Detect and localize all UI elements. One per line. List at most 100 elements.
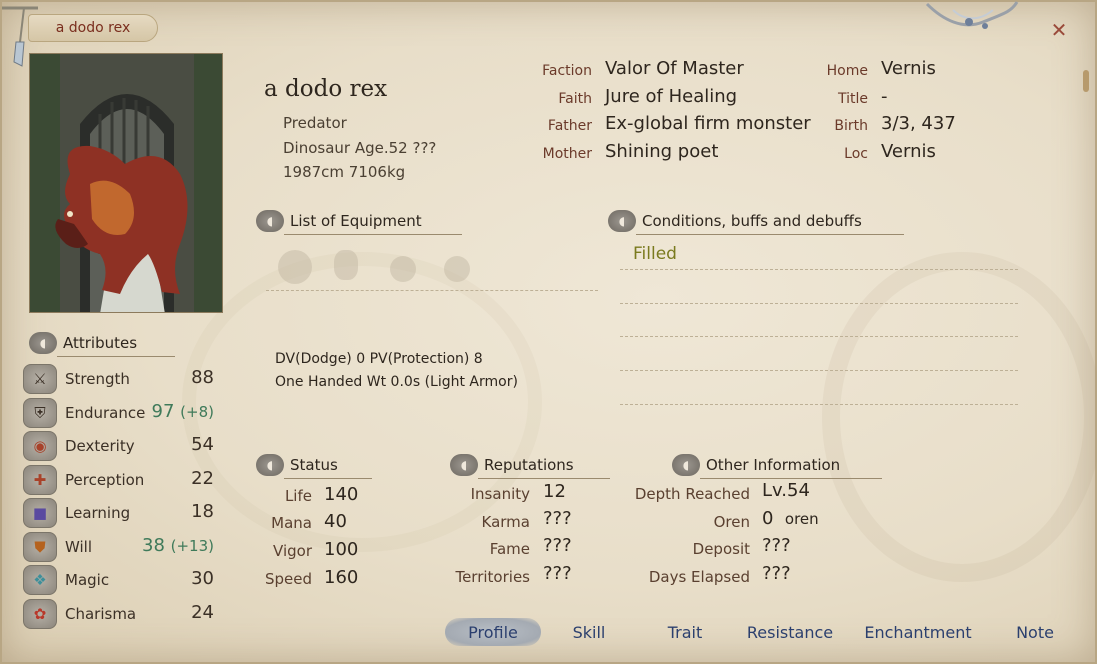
scroll-handle[interactable] [1083,70,1089,92]
tab-enchantment[interactable]: Enchantment [860,618,976,646]
conditions-heading: ◖ Conditions, buffs and debuffs [608,210,904,235]
attribute-value: 30 [191,568,214,589]
father-value: Ex-global firm monster [605,113,811,134]
book-icon: ■ [23,498,57,528]
attributes-heading: ◖ Attributes [29,332,177,357]
faith-label: Faith [558,91,592,107]
mother-label: Mother [542,146,592,162]
window-title-tab: a dodo rex [28,14,158,42]
equipment-slots [278,250,478,286]
attribute-row-strength: ⚔ Strength 88 [23,364,218,396]
character-sheet-window: a dodo rex ✕ a dodo rex Predator Dinosau… [0,0,1097,664]
heading-underline [478,478,610,479]
reputation-label: Insanity [470,485,530,503]
conditions-divider [620,269,1018,270]
reputations-heading: ◖ Reputations [450,454,612,479]
ring-slot-icon[interactable] [390,256,416,282]
character-portrait [29,53,223,313]
reputation-label: Karma [481,513,530,531]
reputations-heading-label: Reputations [484,456,574,474]
status-label: Speed [264,570,312,588]
tab-resistance[interactable]: Resistance [742,618,838,646]
faction-label: Faction [542,63,592,79]
background-emblem-faint [182,252,542,552]
faith-value: Jure of Healing [605,86,738,107]
conditions-divider [620,404,1018,405]
reputation-value: ??? [543,563,572,584]
status-label: Vigor [273,542,312,560]
attribute-row-dexterity: ◉ Dexterity 54 [23,431,218,463]
crossed-swords-icon: ⚔ [23,364,57,394]
attribute-value: 18 [191,501,214,522]
heading-underline [284,478,372,479]
other-info-heading: ◖ Other Information [672,454,884,479]
heading-underline [636,234,904,235]
title-value: - [881,86,888,107]
condition-item: Filled [633,244,677,264]
depth-label: Depth Reached [634,485,750,503]
status-value: 40 [324,511,347,532]
section-bullet-icon: ◖ [256,454,284,476]
attribute-value: 54 [191,434,214,455]
dinosaur-portrait-image [30,54,222,312]
home-label: Home [826,63,868,79]
attribute-value: 97 (+8) [151,401,214,422]
deposit-value: ??? [762,535,791,556]
body-armor-slot-icon[interactable] [278,250,312,284]
tab-trait[interactable]: Trait [654,618,716,646]
oren-value: 0 oren [762,508,819,529]
status-label: Mana [271,514,312,532]
character-name: a dodo rex [264,76,388,102]
equipment-heading: ◖ List of Equipment [256,210,462,235]
attributes-heading-label: Attributes [63,334,138,352]
close-button[interactable]: ✕ [1049,20,1069,40]
amulet-slot-icon[interactable] [334,250,358,280]
shield-icon: ⛊ [23,532,57,562]
background-emblem [822,252,1097,582]
corner-ornament-icon [925,1,1019,29]
father-label: Father [547,118,592,134]
mother-value: Shining poet [605,141,719,162]
heading-underline [57,356,175,357]
depth-value: Lv.54 [762,480,810,501]
equipment-heading-label: List of Equipment [290,212,422,230]
armor-weight-info: One Handed Wt 0.0s (Light Armor) [275,374,518,390]
reputation-value: ??? [543,535,572,556]
conditions-divider [620,336,1018,337]
other-info-heading-label: Other Information [706,456,841,474]
reputation-label: Territories [455,568,530,586]
status-label: Life [284,487,312,505]
character-race-age: Dinosaur Age.52 ??? [283,139,437,157]
attribute-value: 22 [191,468,214,489]
attribute-row-will: ⛊ Will 38 (+13) [23,532,218,564]
armor-icon: ⛨ [23,398,57,428]
attribute-row-magic: ❖ Magic 30 [23,565,218,597]
conditions-divider [620,370,1018,371]
days-elapsed-label: Days Elapsed [648,568,750,586]
tab-skill[interactable]: Skill [558,618,620,646]
status-value: 160 [324,567,359,588]
attribute-row-perception: ✚ Perception 22 [23,465,218,497]
magic-circle-icon: ❖ [23,565,57,595]
section-bullet-icon: ◖ [672,454,700,476]
conditions-heading-label: Conditions, buffs and debuffs [642,212,862,230]
attribute-value: 88 [191,367,214,388]
days-elapsed-value: ??? [762,563,791,584]
glove-icon: ◉ [23,431,57,461]
armor-defense-stats: DV(Dodge) 0 PV(Protection) 8 [275,351,483,367]
tab-profile[interactable]: Profile [445,618,541,646]
loc-value: Vernis [881,141,936,162]
ring-slot-icon[interactable] [444,256,470,282]
section-bullet-icon: ◖ [29,332,57,354]
oren-label: Oren [713,513,750,531]
close-icon: ✕ [1050,18,1068,42]
section-bullet-icon: ◖ [608,210,636,232]
target-icon: ✚ [23,465,57,495]
heading-underline [284,234,462,235]
section-bullet-icon: ◖ [450,454,478,476]
heading-underline [700,478,882,479]
tab-note[interactable]: Note [1006,618,1064,646]
equipment-divider [266,290,598,291]
home-value: Vernis [881,58,936,79]
reputation-value: ??? [543,508,572,529]
